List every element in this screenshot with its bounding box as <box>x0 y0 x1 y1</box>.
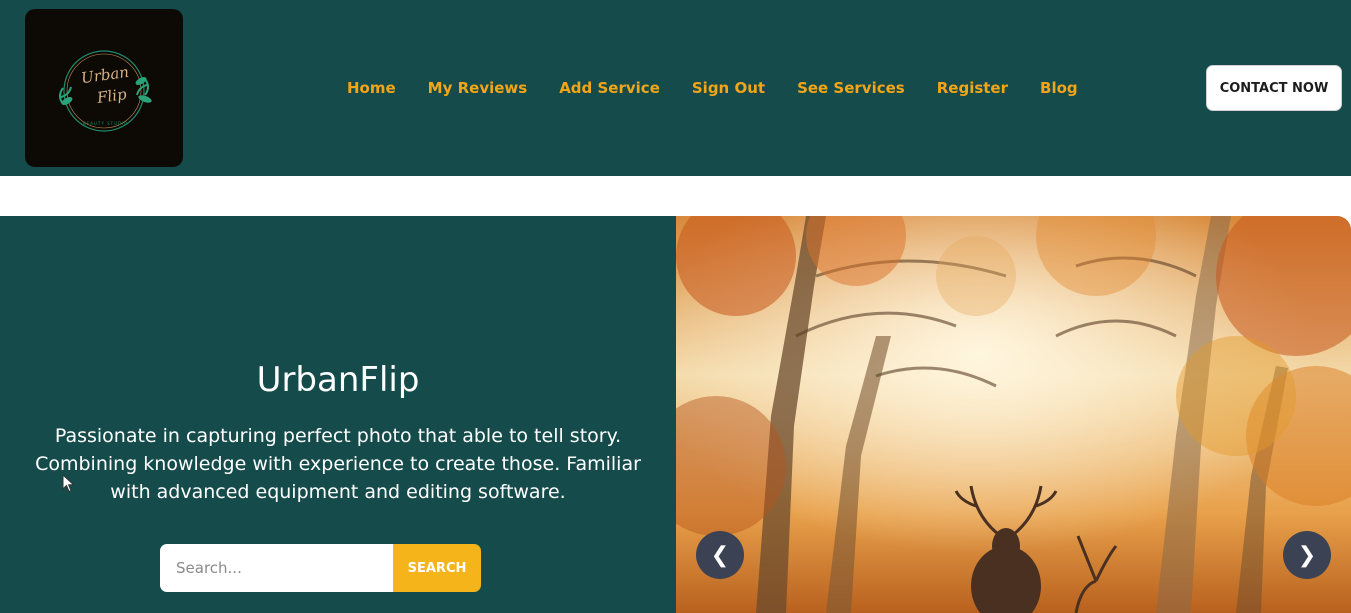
nav-my-reviews[interactable]: My Reviews <box>412 77 544 101</box>
search-button[interactable]: SEARCH <box>393 544 481 592</box>
nav-blog[interactable]: Blog <box>1024 77 1094 101</box>
hero-description: Passionate in capturing perfect photo th… <box>35 425 641 503</box>
hero-carousel: ❮ ❯ <box>676 216 1351 613</box>
nav-register[interactable]: Register <box>921 77 1024 101</box>
carousel-next-button[interactable]: ❯ <box>1283 531 1331 579</box>
contact-now-button[interactable]: CONTACT NOW <box>1206 65 1342 111</box>
nav-add-service[interactable]: Add Service <box>543 77 676 101</box>
autumn-forest-image <box>676 216 1351 613</box>
hero-panel: UrbanFlip Passionate in capturing perfec… <box>0 216 676 613</box>
nav-sign-out[interactable]: Sign Out <box>676 77 781 101</box>
carousel-prev-button[interactable]: ❮ <box>696 531 744 579</box>
navbar: Urban Flip BEAUTY STUDIO Home My Reviews… <box>0 0 1351 176</box>
search-bar: SEARCH <box>160 544 481 592</box>
nav-see-services[interactable]: See Services <box>781 77 921 101</box>
hero-title: UrbanFlip <box>256 360 420 400</box>
search-input[interactable] <box>160 544 393 592</box>
mouse-cursor-icon <box>62 474 75 493</box>
logo-tagline: BEAUTY STUDIO <box>83 121 129 126</box>
nav-home[interactable]: Home <box>331 77 412 101</box>
brand-logo[interactable]: Urban Flip BEAUTY STUDIO <box>25 9 183 167</box>
nav-menu: Home My Reviews Add Service Sign Out See… <box>331 77 1094 101</box>
